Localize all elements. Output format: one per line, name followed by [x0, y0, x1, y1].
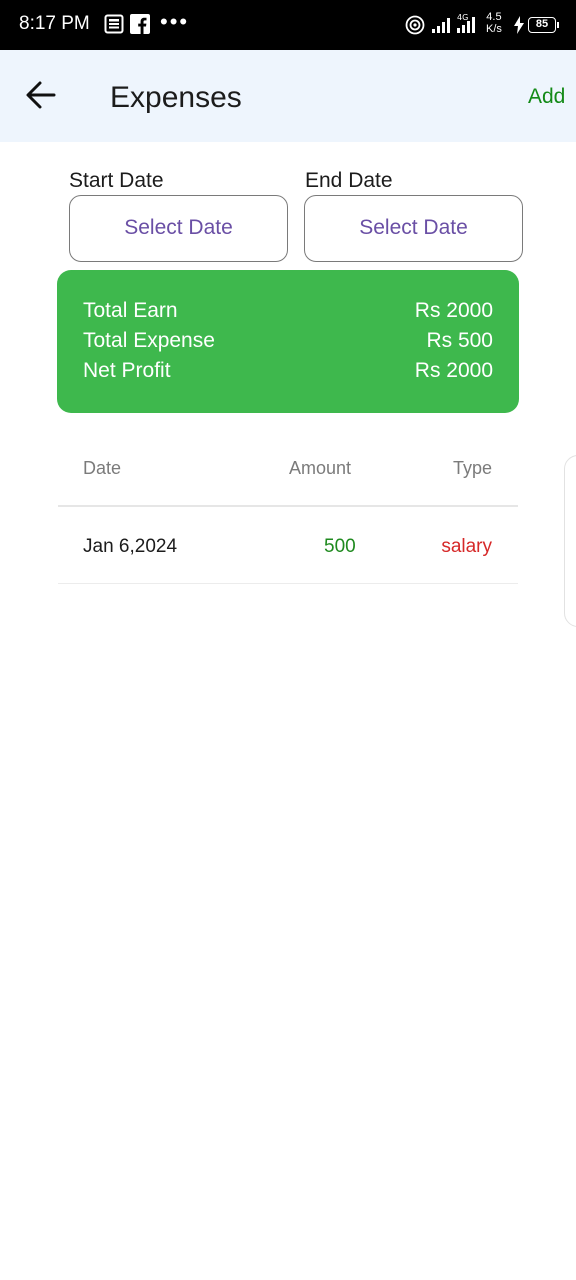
hotspot-icon — [404, 15, 426, 40]
network-speed: 4.5 K/s — [486, 11, 502, 35]
summary-row-total-expense: Total Expense Rs 500 — [83, 329, 493, 359]
table-header-divider — [58, 505, 518, 507]
column-header-date: Date — [83, 458, 122, 478]
column-header-type: Type — [452, 458, 492, 478]
row-amount: 500 — [324, 536, 356, 557]
facebook-icon — [130, 14, 150, 39]
table-row-divider — [58, 583, 518, 584]
total-earn-value: Rs 2000 — [414, 299, 493, 322]
svg-text:4G: 4G — [457, 13, 468, 22]
end-date-button[interactable]: Select Date — [304, 195, 523, 262]
row-date: Jan 6,2024 — [83, 536, 178, 557]
end-date-label: End Date — [305, 169, 393, 192]
arrow-left-icon — [26, 81, 56, 109]
battery-icon: 85 — [528, 17, 559, 33]
status-time: 8:17 PM — [19, 13, 90, 34]
charging-icon — [513, 16, 525, 39]
more-notifications-icon: ••• — [160, 9, 190, 34]
summary-row-net-profit: Net Profit Rs 2000 — [83, 359, 493, 389]
start-date-button[interactable]: Select Date — [69, 195, 288, 262]
add-button[interactable]: Add — [528, 85, 565, 109]
row-type: salary — [441, 536, 492, 557]
summary-row-total-earn: Total Earn Rs 2000 — [83, 299, 493, 329]
signal-strength-icon — [432, 17, 452, 38]
network-speed-unit: K/s — [486, 23, 502, 35]
network-speed-value: 4.5 — [486, 11, 502, 23]
page-title: Expenses — [110, 81, 242, 114]
summary-card: Total Earn Rs 2000 Total Expense Rs 500 … — [57, 270, 519, 413]
total-expense-value: Rs 500 — [426, 329, 493, 352]
total-earn-label: Total Earn — [83, 299, 178, 322]
app-bar: Expenses Add — [0, 50, 576, 142]
net-profit-label: Net Profit — [83, 359, 171, 382]
start-date-label: Start Date — [69, 169, 164, 192]
side-panel-edge — [564, 455, 576, 627]
back-button[interactable] — [24, 80, 58, 110]
signal-4g-icon: 4G — [456, 12, 480, 39]
total-expense-label: Total Expense — [83, 329, 215, 352]
column-header-amount: Amount — [289, 458, 352, 478]
news-icon — [104, 14, 124, 39]
net-profit-value: Rs 2000 — [414, 359, 493, 382]
status-bar: 8:17 PM ••• 4G 4.5 K/s 85 — [0, 0, 576, 50]
